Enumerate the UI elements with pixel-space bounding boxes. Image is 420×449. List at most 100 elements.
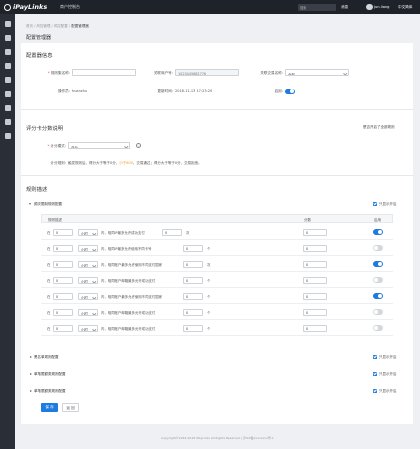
score-input[interactable]: 0 — [303, 292, 327, 300]
sidebar — [0, 14, 15, 449]
rule-enable-toggle[interactable] — [373, 309, 383, 315]
only-enabled-label[interactable]: 只显示开启 — [379, 355, 397, 360]
unit-select[interactable]: 小时 — [78, 308, 98, 316]
action-select[interactable]: 全部 — [285, 69, 349, 76]
table-row: 在 0 小时 内，相同IP最多允许使用不同卡号 0 个 0 — [41, 240, 393, 256]
search-input[interactable]: 搜索 — [298, 3, 336, 11]
gear-icon[interactable] — [4, 119, 11, 125]
rules-title: 规则描述 — [26, 187, 48, 193]
count-input[interactable]: 0 — [162, 228, 182, 236]
chevron-down-icon[interactable] — [29, 203, 31, 205]
top-bar: iPayLinks 商户控制台 搜索 消息 jun.liang 中文简体 — [0, 0, 420, 14]
col-enable: 启用 — [374, 217, 381, 222]
unit-select[interactable]: 小时 — [78, 260, 98, 268]
breadcrumb-risk[interactable]: 风控管理 — [36, 24, 50, 28]
chevron-right-icon[interactable] — [29, 356, 32, 358]
shield-icon[interactable] — [4, 133, 11, 139]
unit-select[interactable]: 小时 — [78, 292, 98, 300]
logo-icon — [4, 3, 11, 11]
breadcrumb-home[interactable]: 首页 — [26, 24, 33, 28]
only-enabled-label[interactable]: 只显示开启 — [379, 372, 397, 377]
rules-table-header: 规则描述 分数 启用 — [41, 214, 393, 223]
rule-suffix: 个 — [207, 278, 211, 283]
rule-text: 内，相同IP最多允许使用不同卡号 — [101, 246, 152, 251]
user-name[interactable]: jun.liang — [374, 5, 389, 9]
count-input[interactable]: 0 — [183, 260, 203, 268]
score-input[interactable]: 0 — [303, 228, 327, 236]
checkbox-icon[interactable] — [373, 355, 377, 359]
all-rules-link[interactable]: 是否开启了全部规则 — [363, 125, 395, 130]
time-input[interactable]: 0 — [53, 228, 73, 236]
time-input[interactable]: 0 — [53, 260, 73, 268]
language-switch[interactable]: 中文简体 — [398, 5, 412, 10]
merchant-no-label: 关联商户号: — [153, 71, 173, 75]
list-icon[interactable] — [4, 49, 11, 55]
count-input[interactable]: 0 — [183, 292, 203, 300]
count-input[interactable]: 0 — [183, 276, 203, 284]
score-input[interactable]: 0 — [303, 276, 327, 284]
notices-link[interactable]: 消息 — [341, 5, 348, 10]
time-input[interactable]: 0 — [53, 324, 73, 332]
rule-text: 内，相同账户最多允许使用不同支付国家 — [101, 262, 163, 267]
table-row: 在 0 小时 内，相同账户最多允许使用不同支付国家 0 个 0 — [41, 288, 393, 304]
breadcrumb-risk-config[interactable]: 风控配置 — [54, 24, 68, 28]
operator-value: huanzhu — [72, 89, 88, 93]
save-button[interactable]: 保 存 — [41, 403, 58, 412]
unit-select[interactable]: 小时 — [78, 276, 98, 284]
chevron-right-icon[interactable] — [29, 390, 32, 392]
document-icon[interactable] — [4, 91, 11, 97]
count-input[interactable]: 0 — [183, 324, 203, 332]
brand-logo[interactable]: iPayLinks — [0, 3, 56, 11]
only-enabled-label[interactable]: 只显示开启 — [379, 389, 397, 394]
rule-enable-toggle[interactable] — [373, 229, 383, 235]
checkbox-icon[interactable] — [373, 389, 377, 393]
home-icon[interactable] — [4, 21, 11, 27]
shop-icon[interactable] — [4, 105, 11, 111]
score-input[interactable]: 0 — [303, 260, 327, 268]
section-limit-label[interactable]: 单笔限额类规则配置 — [34, 372, 66, 377]
chevron-right-icon[interactable] — [29, 373, 32, 375]
checkbox-icon[interactable] — [373, 372, 377, 376]
rule-name-input[interactable] — [72, 69, 136, 76]
table-row: 在 0 小时 内，相同账户邮箱最多允许成功支付 0 个 0 — [41, 320, 393, 336]
config-info-title: 配置器信息 — [26, 53, 53, 59]
action-label: 关联交易名称: — [260, 71, 283, 75]
section-frequency-label[interactable]: 频次限制规则配置 — [34, 202, 62, 207]
time-input[interactable]: 0 — [53, 308, 73, 316]
merchant-no-input: 1023445682776 — [175, 69, 239, 76]
enabled-toggle[interactable] — [285, 88, 295, 94]
rule-enable-toggle[interactable] — [373, 325, 383, 331]
time-input[interactable]: 0 — [53, 244, 73, 252]
card-icon[interactable] — [4, 63, 11, 69]
rule-enable-toggle[interactable] — [373, 293, 383, 299]
rule-enable-toggle[interactable] — [373, 277, 383, 283]
calc-mode-select[interactable]: 总分 — [68, 142, 130, 149]
time-input[interactable]: 0 — [53, 292, 73, 300]
back-button[interactable]: 返 回 — [62, 403, 79, 412]
unit-select[interactable]: 小时 — [78, 244, 98, 252]
divider — [21, 175, 413, 176]
only-enabled-label[interactable]: 只显示开启 — [379, 202, 397, 207]
section-blacklist-label[interactable]: 黑名单规则配置 — [34, 355, 59, 360]
cart-icon[interactable] — [4, 35, 11, 41]
section-limit-label-2[interactable]: 单笔限额类规则配置 — [34, 389, 66, 394]
enabled-label: 启用: — [274, 89, 283, 93]
checkbox-icon[interactable] — [373, 202, 377, 206]
rule-suffix: 个 — [207, 294, 211, 299]
info-icon[interactable]: i — [136, 143, 141, 148]
avatar[interactable] — [366, 3, 373, 11]
count-input[interactable]: 0 — [183, 244, 203, 252]
rule-enable-toggle[interactable] — [373, 261, 383, 267]
rule-text: 内，相同账户邮箱最多允许成功支付 — [101, 326, 156, 331]
score-input[interactable]: 0 — [303, 244, 327, 252]
time-input[interactable]: 0 — [53, 276, 73, 284]
rule-enable-toggle[interactable] — [373, 245, 383, 251]
table-row: 在 0 小时 内，相同账户最多允许使用不同支付国家 0 次 0 — [41, 256, 393, 272]
score-input[interactable]: 0 — [303, 308, 327, 316]
count-input[interactable]: 0 — [183, 308, 203, 316]
rule-suffix: 个 — [207, 326, 211, 331]
unit-select[interactable]: 小时 — [78, 324, 98, 332]
score-input[interactable]: 0 — [303, 324, 327, 332]
unit-select[interactable]: 小时 — [78, 228, 98, 236]
user-icon[interactable] — [4, 77, 11, 83]
